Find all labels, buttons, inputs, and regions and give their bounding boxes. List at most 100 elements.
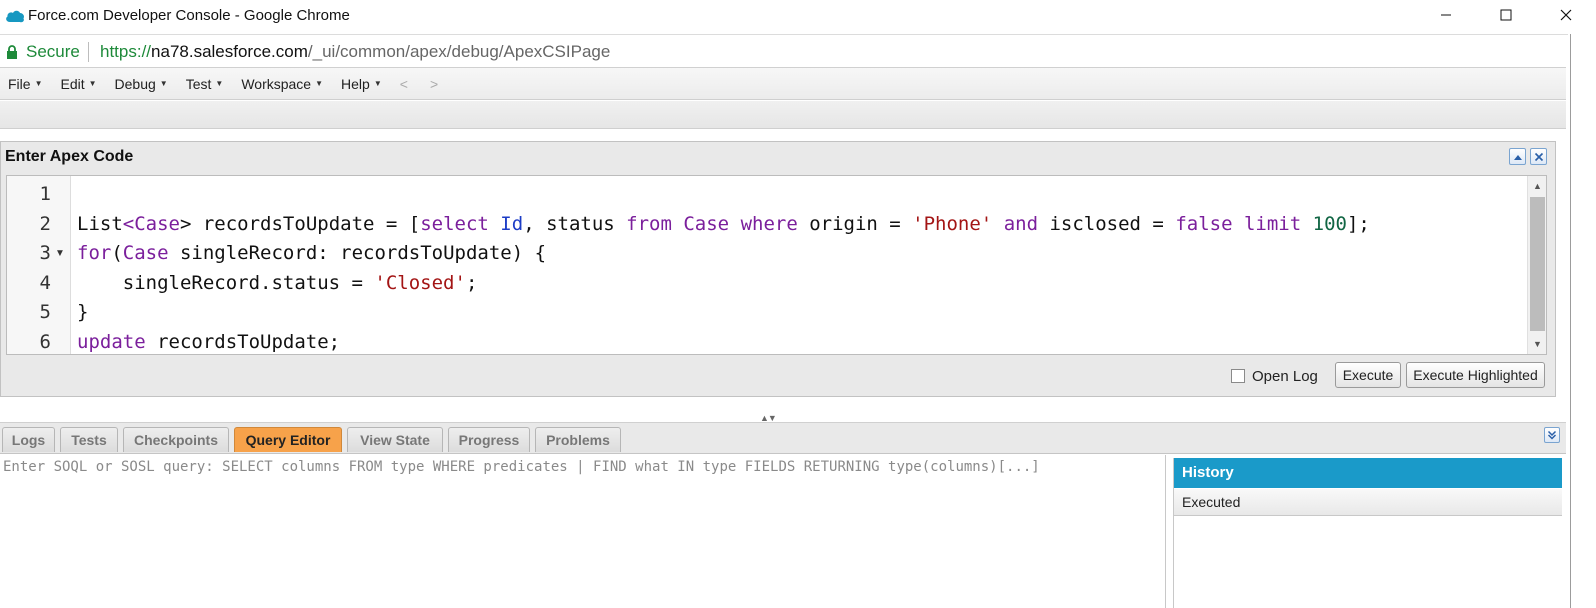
code-token: Case (683, 213, 730, 235)
code-line-6: update recordsToUpdate; (77, 331, 340, 353)
tab-checkpoints[interactable]: Checkpoints (123, 427, 229, 452)
menu-bar: File ▼ Edit ▼ Debug ▼ Test ▼ Workspace ▼ Help… (0, 67, 1566, 100)
menu-help[interactable]: Help ▼ (341, 76, 382, 92)
url-text[interactable]: https://na78.salesforce.com/_ui/common/a… (100, 42, 610, 62)
code-line-4: singleRecord.status = 'Closed'; (77, 272, 478, 294)
menu-debug[interactable]: Debug ▼ (115, 76, 168, 92)
minimize-button[interactable] (1416, 0, 1476, 30)
tab-logs[interactable]: Logs (2, 427, 55, 452)
window-title: Force.com Developer Console - Google Chr… (28, 7, 350, 24)
code-token: Case (134, 213, 180, 235)
open-log-label: Open Log (1252, 368, 1318, 385)
apex-panel-footer: Open Log Execute Execute Highlighted (1, 358, 1555, 394)
code-token: 100 (1312, 213, 1347, 235)
history-panel: History Executed (1173, 458, 1562, 608)
caret-down-icon: ▼ (88, 79, 97, 88)
address-separator (88, 42, 89, 62)
tab-problems[interactable]: Problems (535, 427, 621, 452)
caret-down-icon: ▼ (34, 79, 43, 88)
code-token: ]; (1346, 213, 1370, 235)
execute-button[interactable]: Execute (1335, 362, 1401, 388)
code-token: origin = (797, 213, 913, 235)
panel-collapse-button[interactable] (1509, 148, 1526, 165)
menu-label: File (8, 75, 31, 92)
close-small-icon (1534, 152, 1543, 161)
lock-icon (7, 45, 17, 59)
code-token: , status (523, 213, 627, 235)
line-number: 3 (39, 242, 51, 264)
line-number-gutter: 1 2 3 ▼ 4 5 6 (7, 176, 71, 354)
maximize-icon (1500, 9, 1512, 21)
bottom-collapse-button[interactable] (1544, 427, 1560, 443)
menu-edit[interactable]: Edit ▼ (60, 76, 96, 92)
code-line-3: for(Case singleRecord: recordsToUpdate) … (77, 242, 546, 264)
browser-right-edge (1568, 34, 1596, 608)
tab-tests[interactable]: Tests (60, 427, 118, 452)
query-editor-input[interactable]: Enter SOQL or SOSL query: SELECT columns… (0, 455, 1166, 608)
minimize-icon (1441, 14, 1451, 16)
apex-code-editor[interactable]: 1 2 3 ▼ 4 5 6 List<Case> recordsToUpdate… (6, 175, 1547, 355)
bottom-tab-bar: Logs Tests Checkpoints Query Editor View… (0, 422, 1566, 454)
code-line-5: } (77, 301, 88, 323)
url-host: na78.salesforce.com (151, 42, 308, 61)
code-token: select (420, 213, 489, 235)
menu-workspace[interactable]: Workspace ▼ (241, 76, 323, 92)
code-line-2: List<Case> recordsToUpdate = [select Id,… (77, 213, 1370, 235)
code-token: isclosed = (1038, 213, 1176, 235)
maximize-button[interactable] (1476, 0, 1536, 30)
scroll-down-arrow-icon[interactable]: ▼ (1533, 339, 1542, 349)
menu-file[interactable]: File ▼ (8, 76, 42, 92)
caret-down-icon: ▼ (315, 79, 324, 88)
url-path: /_ui/common/apex/debug/ApexCSIPage (307, 42, 611, 61)
code-token: ; (465, 272, 478, 294)
toolbar-strip (0, 101, 1566, 129)
tab-query-editor[interactable]: Query Editor (234, 427, 342, 452)
code-token: > recordsToUpdate = [ (179, 213, 421, 235)
tab-progress[interactable]: Progress (448, 427, 530, 452)
code-token: singleRecord.status = (77, 272, 375, 294)
editor-scrollbar[interactable]: ▲ ▼ (1527, 176, 1546, 354)
code-token: update (77, 331, 146, 353)
edge-line (1570, 34, 1571, 608)
code-token: } (77, 301, 89, 323)
code-token: for (77, 242, 112, 264)
tab-view-state[interactable]: View State (347, 427, 443, 452)
code-token: limit (1243, 213, 1302, 235)
fold-arrow-icon[interactable]: ▼ (55, 248, 65, 259)
panel-close-button[interactable] (1530, 148, 1547, 165)
secure-label: Secure (26, 42, 80, 61)
menu-label: Workspace (241, 75, 312, 92)
close-icon (1560, 9, 1572, 21)
close-window-button[interactable] (1536, 0, 1596, 30)
window-titlebar: Force.com Developer Console - Google Chr… (0, 0, 1596, 33)
nav-forward-button[interactable]: > (430, 76, 438, 92)
scrollbar-thumb[interactable] (1530, 197, 1545, 331)
nav-back-button[interactable]: < (400, 76, 408, 92)
salesforce-cloud-icon (6, 10, 25, 23)
apex-code-panel: Enter Apex Code 1 2 3 ▼ 4 5 6 List<Case>… (0, 141, 1556, 397)
address-bar[interactable]: Secure https://na78.salesforce.com/_ui/c… (0, 34, 1596, 67)
line-number: 5 (39, 301, 51, 323)
query-placeholder: Enter SOQL or SOSL query: SELECT columns… (3, 459, 1040, 475)
menu-test[interactable]: Test ▼ (186, 76, 224, 92)
history-column-executed[interactable]: Executed (1174, 489, 1562, 516)
panel-splitter[interactable]: ▲▼ (0, 413, 1566, 423)
open-log-checkbox[interactable] (1231, 369, 1245, 383)
code-token: from (626, 213, 672, 235)
url-protocol: https:// (100, 42, 152, 61)
code-token: < (122, 213, 135, 235)
execute-highlighted-button[interactable]: Execute Highlighted (1406, 362, 1545, 388)
code-token: List (77, 213, 123, 235)
scroll-up-arrow-icon[interactable]: ▲ (1533, 181, 1542, 191)
code-token: singleRecord: recordsToUpdate) { (168, 242, 547, 264)
caret-down-icon: ▼ (373, 79, 382, 88)
caret-down-icon: ▼ (215, 79, 224, 88)
history-header: History (1174, 458, 1562, 488)
double-chevron-down-icon (1547, 430, 1557, 440)
collapse-up-icon (1513, 154, 1522, 160)
code-token: 'Closed' (374, 272, 466, 294)
